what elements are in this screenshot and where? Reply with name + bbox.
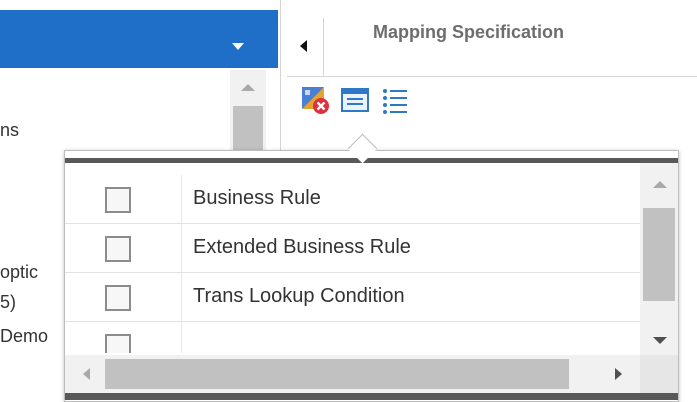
list-item-label: Trans Lookup Condition	[193, 285, 405, 307]
window-view-icon[interactable]	[339, 84, 371, 116]
popup-bottom-border	[65, 393, 678, 400]
checkbox[interactable]	[105, 236, 131, 262]
popup-vertical-scrollbar[interactable]	[640, 163, 678, 355]
scroll-left-icon[interactable]	[83, 368, 90, 380]
left-panel-header[interactable]	[0, 10, 278, 68]
checkbox[interactable]	[105, 187, 131, 213]
scroll-up-icon[interactable]	[241, 84, 255, 91]
popup-horizontal-scrollbar[interactable]	[65, 355, 640, 393]
options-popup: Business Rule Extended Business Rule Tra…	[64, 150, 679, 402]
arrow-left-icon	[300, 40, 307, 52]
list-item-label: Extended Business Rule	[193, 236, 411, 258]
dropdown-caret-icon[interactable]	[232, 43, 244, 50]
options-list: Business Rule Extended Business Rule Tra…	[65, 163, 640, 353]
checkbox[interactable]	[105, 334, 131, 353]
mapping-specification-panel: Mapping Specification	[280, 0, 697, 150]
divider	[287, 76, 697, 77]
list-item[interactable]	[65, 322, 640, 353]
list-view-icon[interactable]	[379, 84, 411, 116]
list-item-label: Business Rule	[193, 187, 321, 209]
collapse-panel-button[interactable]	[287, 18, 324, 76]
scroll-right-icon[interactable]	[615, 368, 622, 380]
scroll-down-icon[interactable]	[653, 337, 667, 344]
scroll-thumb[interactable]	[643, 208, 675, 301]
list-item[interactable]: Business Rule	[65, 175, 640, 224]
scroll-thumb[interactable]	[105, 359, 569, 389]
scrollbar-corner	[640, 355, 678, 393]
left-text-fragment: ns	[0, 120, 20, 140]
list-item[interactable]: Extended Business Rule	[65, 224, 640, 273]
toolbar	[281, 80, 481, 120]
list-item[interactable]: Trans Lookup Condition	[65, 273, 640, 322]
left-text-fragment: optic	[0, 262, 39, 282]
checkbox[interactable]	[105, 285, 131, 311]
left-text-fragment: 5)	[0, 292, 17, 312]
scroll-up-icon[interactable]	[653, 181, 667, 188]
delete-mapping-icon[interactable]	[299, 84, 331, 116]
panel-title: Mapping Specification	[373, 22, 565, 42]
left-text-fragment: Demo	[0, 326, 49, 346]
